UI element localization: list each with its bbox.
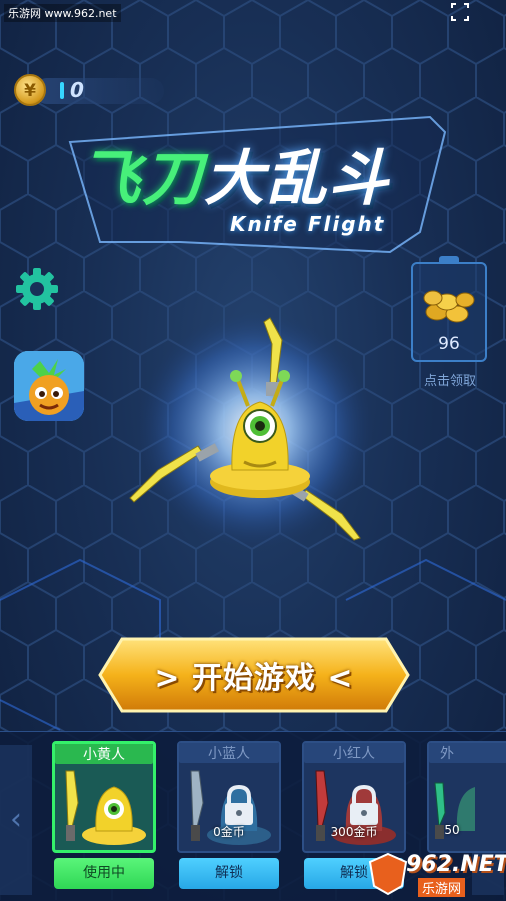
character-name: 外 bbox=[440, 746, 454, 762]
gift-box-cap bbox=[439, 256, 459, 264]
site-watermark-logo: 962.NET 乐游网 bbox=[368, 852, 506, 898]
character-preview bbox=[129, 312, 373, 548]
start-game-label: > 开始游戏 < bbox=[154, 661, 354, 696]
brand-shield-icon bbox=[368, 852, 408, 896]
unlock-button[interactable]: 解锁 bbox=[179, 858, 279, 889]
in-use-button[interactable]: 使用中 bbox=[54, 858, 154, 889]
logo-title: 飞刀大乱斗 bbox=[80, 130, 390, 217]
character-card-blue[interactable]: 小蓝人 0金币 解锁 bbox=[177, 741, 281, 891]
yellow-character-image bbox=[65, 770, 146, 845]
watermark: 乐游网 www.962.net bbox=[4, 4, 121, 22]
character-price: 50 bbox=[444, 823, 460, 837]
claim-label[interactable]: 点击领取 bbox=[408, 370, 492, 389]
logo-subtitle: Knife Flight bbox=[230, 212, 386, 236]
coin-balance: ¥ 0 bbox=[14, 72, 164, 108]
logo-title-white: 大乱斗 bbox=[204, 144, 390, 214]
coin-bar-background bbox=[34, 78, 164, 104]
brand-subtitle: 乐游网 bbox=[418, 878, 466, 897]
coin-icon: ¥ bbox=[14, 74, 46, 106]
logo-title-green: 飞刀 bbox=[80, 144, 204, 214]
free-coins-amount: 96 bbox=[438, 334, 460, 354]
character-name: 小蓝人 bbox=[208, 746, 250, 762]
settings-gear-icon[interactable] bbox=[14, 266, 60, 312]
pineapple-character-icon bbox=[14, 351, 84, 421]
game-logo: 飞刀大乱斗 Knife Flight bbox=[60, 112, 460, 262]
coin-pile-icon bbox=[423, 290, 475, 323]
fullscreen-icon[interactable] bbox=[448, 0, 472, 24]
green-character-image bbox=[434, 782, 475, 839]
promo-game-icon[interactable] bbox=[14, 351, 84, 421]
character-name: 小黄人 bbox=[83, 747, 125, 763]
free-coins-box[interactable]: 96 bbox=[411, 256, 487, 362]
character-name: 小红人 bbox=[333, 746, 375, 762]
character-card-yellow[interactable]: 小黄人 使用中 bbox=[52, 741, 156, 891]
coin-divider bbox=[60, 82, 64, 99]
coin-value: 0 bbox=[70, 78, 84, 102]
start-game-button[interactable]: > 开始游戏 < bbox=[96, 635, 412, 715]
shop-scroll-left-button[interactable]: ‹ bbox=[0, 745, 32, 895]
character-price: 300金币 bbox=[330, 825, 378, 839]
brand-name: 962.NET bbox=[406, 852, 506, 877]
character-price: 0金币 bbox=[213, 825, 245, 839]
